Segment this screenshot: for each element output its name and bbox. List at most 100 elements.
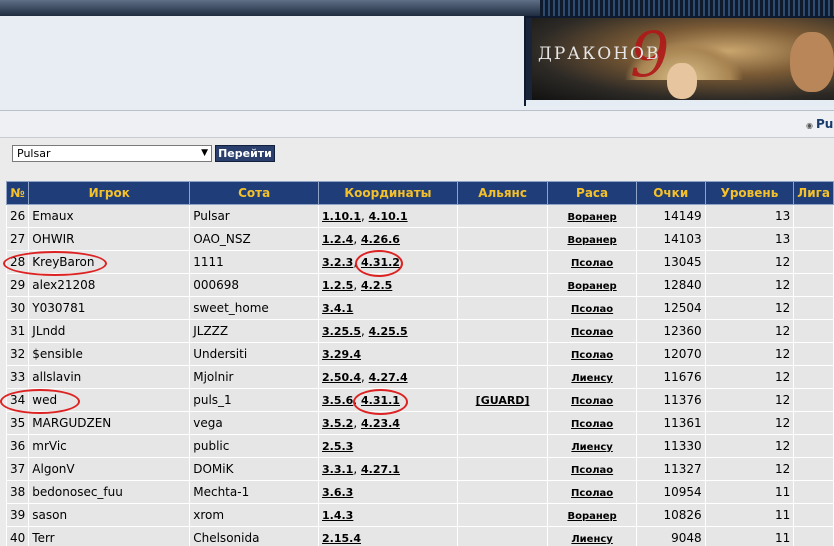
- table-header-row: № Игрок Сота Координаты Альянс Раса Очки Уровен…: [5, 181, 834, 205]
- coordinate-link[interactable]: 3.5.2: [322, 417, 353, 430]
- column-header-col-league: Лига: [793, 181, 834, 205]
- level-value: 12: [704, 250, 795, 274]
- race-link[interactable]: Лиенсу: [571, 534, 612, 545]
- score-value: 11676: [635, 365, 706, 389]
- coordinate-link[interactable]: 3.29.4: [322, 348, 361, 361]
- coordinate-link[interactable]: 3.4.1: [322, 302, 353, 315]
- league-cell: [793, 204, 834, 228]
- cell-name: 1111: [189, 250, 320, 274]
- coordinate-link[interactable]: 2.5.3: [322, 440, 353, 453]
- score-value: 14103: [635, 227, 706, 251]
- alliance-cell: [456, 365, 549, 389]
- level-value: 13: [704, 227, 795, 251]
- league-cell: [793, 319, 834, 343]
- race-link[interactable]: Псолао: [571, 258, 613, 269]
- coordinate-link[interactable]: 4.31.2: [361, 256, 400, 269]
- column-header-col-race: Раса: [547, 181, 637, 205]
- league-cell: [793, 526, 834, 546]
- table-row: 40 Terr Chelsonida 2.15.4 Лиенсу 9048 11: [5, 526, 834, 546]
- breadcrumb[interactable]: ◉Pul: [806, 117, 834, 131]
- row-number: 31: [5, 319, 30, 343]
- coordinate-link[interactable]: 4.10.1: [369, 210, 408, 223]
- go-button[interactable]: Перейти: [215, 145, 275, 162]
- breadcrumb-label: Pul: [815, 117, 834, 131]
- race-link[interactable]: Псолао: [571, 327, 613, 338]
- row-number: 36: [5, 434, 30, 458]
- cell-select[interactable]: Pulsar ▼: [12, 145, 212, 162]
- race-link[interactable]: Воранер: [567, 212, 616, 223]
- coordinate-link[interactable]: 1.2.4: [322, 233, 353, 246]
- row-number: 27: [5, 227, 30, 251]
- cell-name: 000698: [189, 273, 320, 297]
- cell-name: puls_1: [189, 388, 320, 412]
- coordinate-link[interactable]: 4.2.5: [361, 279, 392, 292]
- coordinate-link[interactable]: 3.2.3: [322, 256, 353, 269]
- cell-name: Mjolnir: [189, 365, 320, 389]
- race-link[interactable]: Воранер: [567, 281, 616, 292]
- race-link[interactable]: Псолао: [571, 488, 613, 499]
- race-link[interactable]: Псолао: [571, 465, 613, 476]
- coordinate-link[interactable]: 1.4.3: [322, 509, 353, 522]
- alliance-cell: [456, 319, 549, 343]
- race-link[interactable]: Лиенсу: [571, 373, 612, 384]
- coordinate-link[interactable]: 4.31.1: [361, 394, 400, 407]
- coordinate-link[interactable]: 2.15.4: [322, 532, 361, 545]
- level-value: 12: [704, 388, 795, 412]
- banner-character-right: [790, 32, 834, 92]
- league-cell: [793, 365, 834, 389]
- tab-row: [0, 111, 834, 138]
- score-value: 12360: [635, 319, 706, 343]
- banner-character-left: [667, 63, 697, 99]
- cell-name: xrom: [189, 503, 320, 527]
- score-value: 11330: [635, 434, 706, 458]
- coordinate-link[interactable]: 3.5.6: [322, 394, 353, 407]
- score-value: 10954: [635, 480, 706, 504]
- coordinates-cell: 2.15.4: [318, 526, 458, 546]
- coordinate-link[interactable]: 4.27.4: [369, 371, 408, 384]
- coordinate-link[interactable]: 4.23.4: [361, 417, 400, 430]
- cell-name: OAO_NSZ: [189, 227, 320, 251]
- game-banner[interactable]: 9 ДРАКОНОВ: [524, 16, 834, 106]
- coordinate-link[interactable]: 3.6.3: [322, 486, 353, 499]
- column-header-col-level: Уровень: [704, 181, 795, 205]
- coordinate-link[interactable]: 4.27.1: [361, 463, 400, 476]
- race-cell: Воранер: [547, 273, 637, 297]
- race-link[interactable]: Лиенсу: [571, 442, 612, 453]
- table-row: 27 OHWIR OAO_NSZ 1.2.4, 4.26.6 Воранер 14103 1…: [5, 227, 834, 251]
- coordinates-cell: 1.2.5, 4.2.5: [318, 273, 458, 297]
- alliance-cell: [456, 457, 549, 481]
- table-row: 37 AlgonV DOMiK 3.3.1, 4.27.1 Псолао 11327 12: [5, 457, 834, 481]
- table-row: 32 $ensible Undersiti 3.29.4 Псолао 12070 12: [5, 342, 834, 366]
- column-header-col-player: Игрок: [28, 181, 191, 205]
- player-name: AlgonV: [28, 457, 191, 481]
- race-link[interactable]: Воранер: [567, 511, 616, 522]
- player-name: alex21208: [28, 273, 191, 297]
- race-link[interactable]: Псолао: [571, 396, 613, 407]
- coordinate-link[interactable]: 4.26.6: [361, 233, 400, 246]
- league-cell: [793, 388, 834, 412]
- coordinate-link[interactable]: 4.25.5: [369, 325, 408, 338]
- level-value: 12: [704, 319, 795, 343]
- top-strip-decoration: [540, 0, 834, 16]
- race-cell: Воранер: [547, 204, 637, 228]
- coordinate-link[interactable]: 1.10.1: [322, 210, 361, 223]
- cell-name: Chelsonida: [189, 526, 320, 546]
- race-link[interactable]: Псолао: [571, 419, 613, 430]
- coordinate-link[interactable]: 1.2.5: [322, 279, 353, 292]
- alliance-cell: [456, 204, 549, 228]
- row-number: 33: [5, 365, 30, 389]
- row-number: 38: [5, 480, 30, 504]
- player-name: JLndd: [28, 319, 191, 343]
- race-link[interactable]: Псолао: [571, 304, 613, 315]
- alliance-link[interactable]: [GUARD]: [476, 394, 530, 407]
- coordinate-link[interactable]: 3.3.1: [322, 463, 353, 476]
- player-name: OHWIR: [28, 227, 191, 251]
- coordinate-link[interactable]: 3.25.5: [322, 325, 361, 338]
- race-link[interactable]: Воранер: [567, 235, 616, 246]
- coordinate-link[interactable]: 2.50.4: [322, 371, 361, 384]
- race-link[interactable]: Псолао: [571, 350, 613, 361]
- league-cell: [793, 434, 834, 458]
- row-number: 39: [5, 503, 30, 527]
- row-number: 40: [5, 526, 30, 546]
- race-cell: Псолао: [547, 411, 637, 435]
